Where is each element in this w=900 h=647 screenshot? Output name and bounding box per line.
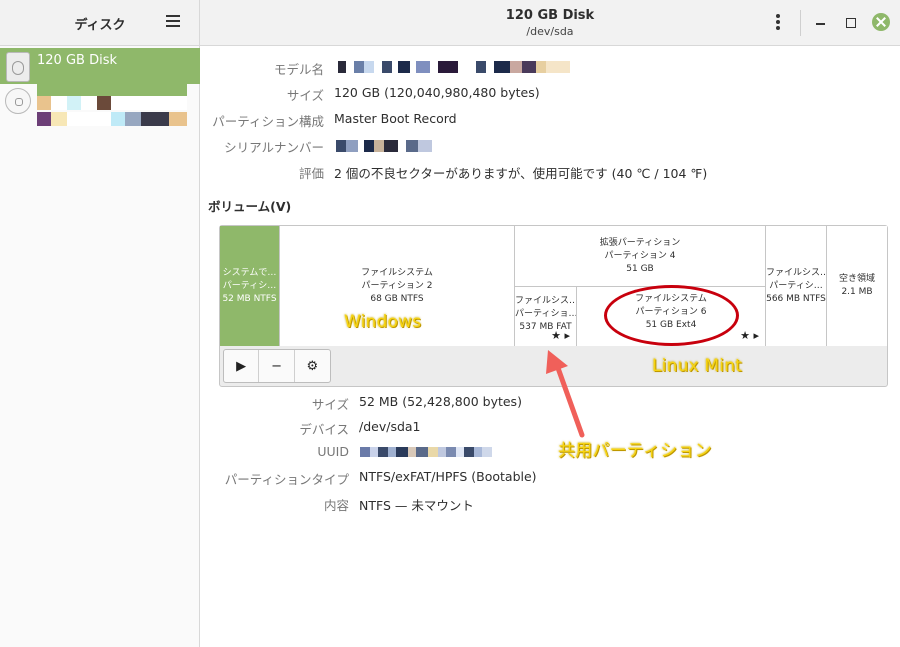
volume-partition-5[interactable]: ファイルシス… パーティショ… 537 MB FAT ★ ▸	[515, 286, 577, 346]
serial-number-label: シリアルナンバー	[224, 140, 324, 155]
volume-label: 52 MB NTFS	[222, 293, 277, 304]
assessment-label: 評価	[298, 166, 324, 181]
volume-label: 空き領域	[838, 274, 875, 284]
partitioning-value: Master Boot Record	[334, 111, 457, 126]
partition-type-value: NTFS/exFAT/HPFS (Bootable)	[359, 469, 537, 484]
volume-label: パーティション 2	[361, 280, 433, 291]
volume-toolbar: ▶ − ⚙	[223, 349, 331, 383]
close-button[interactable]	[872, 13, 890, 31]
window-title: 120 GB Disk	[505, 8, 595, 23]
pixelated-drive-name	[37, 96, 187, 110]
volume-label: 68 GB NTFS	[370, 293, 424, 304]
volume-label: ファイルシステム	[361, 267, 433, 278]
volume-label: パーティシ…	[769, 280, 823, 291]
volume-label: 51 GB	[626, 263, 654, 274]
additional-options-gear-button[interactable]: ⚙	[295, 350, 330, 382]
uuid-value-pixelated	[360, 447, 492, 457]
partition-size-value: 52 MB (52,428,800 bytes)	[359, 394, 522, 409]
hard-disk-icon	[6, 52, 30, 82]
volume-partition-3[interactable]: ファイルシス… パーティシ… 566 MB NTFS	[766, 226, 827, 346]
volume-label: 566 MB NTFS	[766, 293, 826, 304]
contents-value: NTFS — 未マウント	[359, 498, 474, 513]
volumes-title: ボリューム(V)	[208, 199, 292, 214]
model-value-pixelated	[338, 61, 570, 73]
mounted-star-play-icon: ★ ▸	[551, 329, 570, 342]
sidebar-item-label: 120 GB Disk	[37, 53, 117, 68]
delete-partition-button[interactable]: −	[259, 350, 295, 382]
uuid-label: UUID	[317, 444, 349, 459]
contents-label: 内容	[323, 498, 349, 513]
volume-label: ファイルシス…	[766, 267, 826, 278]
model-label: モデル名	[273, 62, 324, 77]
window-subtitle: /dev/sda	[526, 25, 574, 38]
volume-free-space[interactable]: 空き領域 2.1 MB	[827, 226, 887, 346]
sidebar-header: ディスク	[0, 0, 200, 46]
size-value: 120 GB (120,040,980,480 bytes)	[334, 85, 540, 100]
serial-number-value-pixelated	[336, 140, 432, 152]
partition-type-label: パーティションタイプ	[224, 472, 349, 487]
device-value: /dev/sda1	[359, 419, 421, 434]
mounted-star-play-icon: ★ ▸	[740, 329, 759, 342]
optical-disc-icon	[5, 88, 31, 114]
device-label: デバイス	[299, 422, 349, 437]
partitioning-label: パーティション構成	[212, 114, 324, 129]
header-separator	[800, 10, 801, 36]
volumes-map: システムで… パーティシ… 52 MB NTFS ファイルシステム パーティショ…	[220, 226, 887, 346]
header-bar: 120 GB Disk /dev/sda	[200, 0, 900, 46]
sidebar-item-optical-drive[interactable]	[0, 84, 200, 130]
assessment-value: 2 個の不良セクターがありますが、使用可能です (40 ℃ / 104 ℉)	[334, 166, 708, 181]
volume-label: システムで…	[222, 267, 277, 278]
hamburger-menu-icon[interactable]	[166, 15, 180, 29]
volume-partition-1[interactable]: システムで… パーティシ… 52 MB NTFS	[220, 226, 280, 346]
volume-label: パーティシ…	[222, 280, 277, 291]
annotation-arrow-icon	[546, 350, 585, 438]
pixelated-drive-detail	[37, 112, 187, 126]
volume-label: 2.1 MB	[841, 287, 873, 297]
partition-size-label: サイズ	[311, 397, 349, 412]
more-options-icon[interactable]	[774, 14, 782, 32]
maximize-button[interactable]	[842, 14, 860, 32]
sidebar: 120 GB Disk	[0, 46, 200, 647]
volume-label: 拡張パーティション	[599, 237, 681, 248]
minimize-button[interactable]	[812, 14, 830, 32]
volume-extended-partition[interactable]: 拡張パーティション パーティション 4 51 GB	[515, 226, 766, 286]
annotation-windows: Windows	[344, 312, 422, 332]
mount-play-button[interactable]: ▶	[224, 350, 260, 382]
disks-window: ディスク 120 GB Disk /dev/sda 120 GB Disk モデ…	[0, 0, 900, 647]
size-label: サイズ	[286, 88, 324, 103]
annotation-linux-mint: Linux Mint	[652, 356, 743, 376]
annotation-shared-partition: 共用パーティション	[558, 441, 712, 461]
annotation-ellipse	[604, 285, 739, 346]
volume-label: パーティショ…	[515, 309, 576, 319]
sidebar-item-disk[interactable]: 120 GB Disk	[0, 48, 200, 84]
volume-label: ファイルシス…	[515, 296, 576, 306]
volume-label: パーティション 4	[604, 250, 676, 261]
